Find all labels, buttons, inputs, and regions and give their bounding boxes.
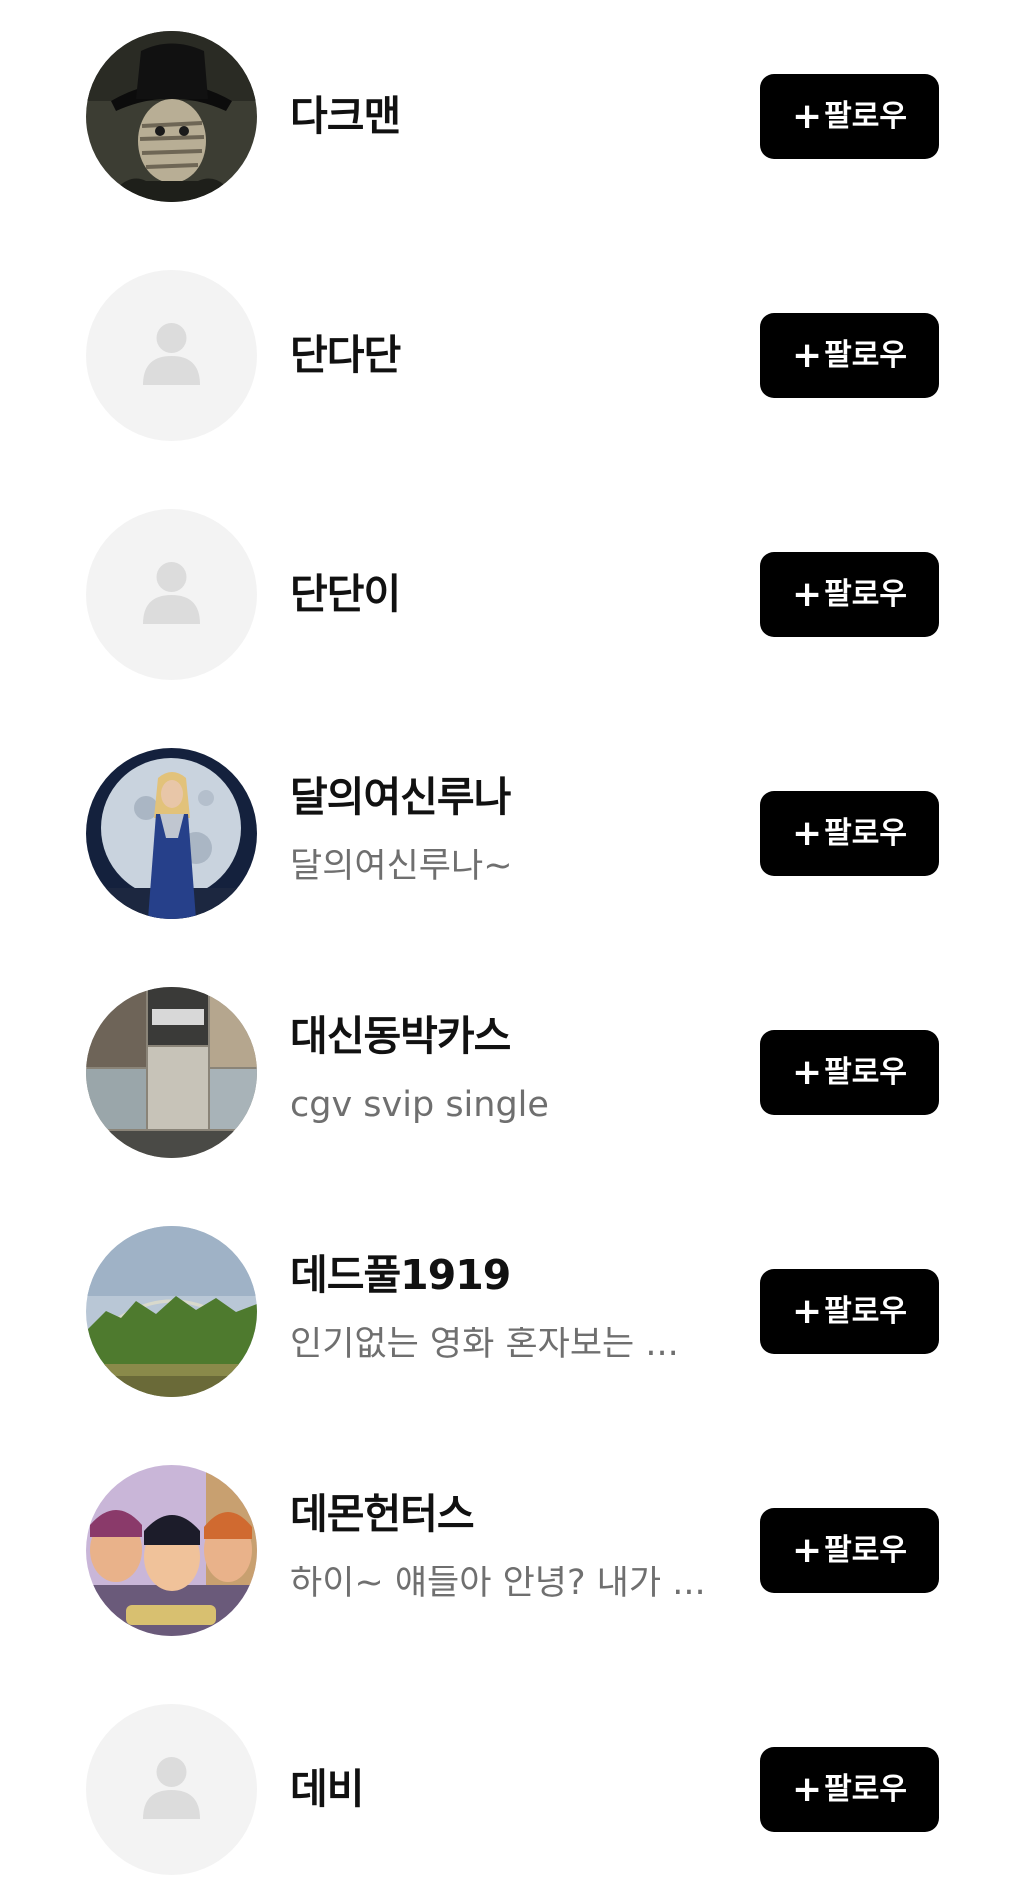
default-person-icon [86,509,257,680]
follow-button-label: 팔로우 [824,576,907,612]
plus-icon: + [792,573,823,615]
user-name[interactable]: 데비 [290,1769,364,1810]
avatar[interactable] [86,31,257,202]
avatar-photo-moon-goddess [86,748,257,919]
plus-icon: + [792,1290,823,1332]
user-name[interactable]: 단다단 [290,335,401,376]
default-person-icon [86,270,257,441]
follow-button[interactable]: + 팔로우 [760,1508,939,1593]
avatar-photo-collage [86,987,257,1158]
follow-button[interactable]: + 팔로우 [760,791,939,876]
follow-button-label: 팔로우 [824,98,907,134]
plus-icon: + [792,1529,823,1571]
follow-button-label: 팔로우 [824,815,907,851]
avatar-photo-masked-man [86,31,257,202]
user-name[interactable]: 달의여신루나 [290,777,511,818]
follow-suggestion-list: 다크맨 + 팔로우 단다단 + 팔로우 단단이 + 팔로우 달의여신루나 달의여… [0,0,1024,1877]
follow-button[interactable]: + 팔로우 [760,1269,939,1354]
avatar[interactable] [86,270,257,441]
plus-icon: + [792,95,823,137]
user-row[interactable]: 단다단 + 팔로우 [0,269,1024,443]
user-row[interactable]: 데드풀1919 인기없는 영화 혼자보는 ... + 팔로우 [0,1225,1024,1399]
avatar[interactable] [86,1226,257,1397]
avatar-photo-landscape-rainbow [86,1226,257,1397]
follow-button[interactable]: + 팔로우 [760,552,939,637]
plus-icon: + [792,812,823,854]
user-row[interactable]: 데비 + 팔로우 [0,1703,1024,1877]
user-row[interactable]: 데몬헌터스 하이~ 얘들아 안녕? 내가 ... + 팔로우 [0,1464,1024,1638]
follow-button-label: 팔로우 [824,1532,907,1568]
user-name[interactable]: 대신동박카스 [290,1016,511,1057]
user-bio: 달의여신루나~ [290,849,513,884]
user-name[interactable]: 데드풀1919 [290,1255,511,1296]
user-name[interactable]: 단단이 [290,574,401,615]
avatar-photo-cartoon-characters [86,1465,257,1636]
avatar[interactable] [86,1465,257,1636]
follow-button[interactable]: + 팔로우 [760,1747,939,1832]
user-row[interactable]: 대신동박카스 cgv svip single + 팔로우 [0,986,1024,1160]
user-bio: cgv svip single [290,1088,549,1123]
avatar[interactable] [86,1704,257,1875]
avatar[interactable] [86,987,257,1158]
user-row[interactable]: 다크맨 + 팔로우 [0,30,1024,204]
follow-button-label: 팔로우 [824,1054,907,1090]
plus-icon: + [792,334,823,376]
user-name[interactable]: 데몬헌터스 [290,1494,475,1535]
avatar[interactable] [86,509,257,680]
plus-icon: + [792,1768,823,1810]
user-bio: 인기없는 영화 혼자보는 ... [290,1327,679,1362]
user-name[interactable]: 다크맨 [290,96,401,137]
user-row[interactable]: 달의여신루나 달의여신루나~ + 팔로우 [0,747,1024,921]
follow-button-label: 팔로우 [824,1771,907,1807]
follow-button[interactable]: + 팔로우 [760,1030,939,1115]
user-bio: 하이~ 얘들아 안녕? 내가 ... [290,1566,706,1601]
plus-icon: + [792,1051,823,1093]
default-person-icon [86,1704,257,1875]
avatar[interactable] [86,748,257,919]
user-row[interactable]: 단단이 + 팔로우 [0,508,1024,682]
follow-button-label: 팔로우 [824,1293,907,1329]
follow-button-label: 팔로우 [824,337,907,373]
follow-button[interactable]: + 팔로우 [760,74,939,159]
follow-button[interactable]: + 팔로우 [760,313,939,398]
